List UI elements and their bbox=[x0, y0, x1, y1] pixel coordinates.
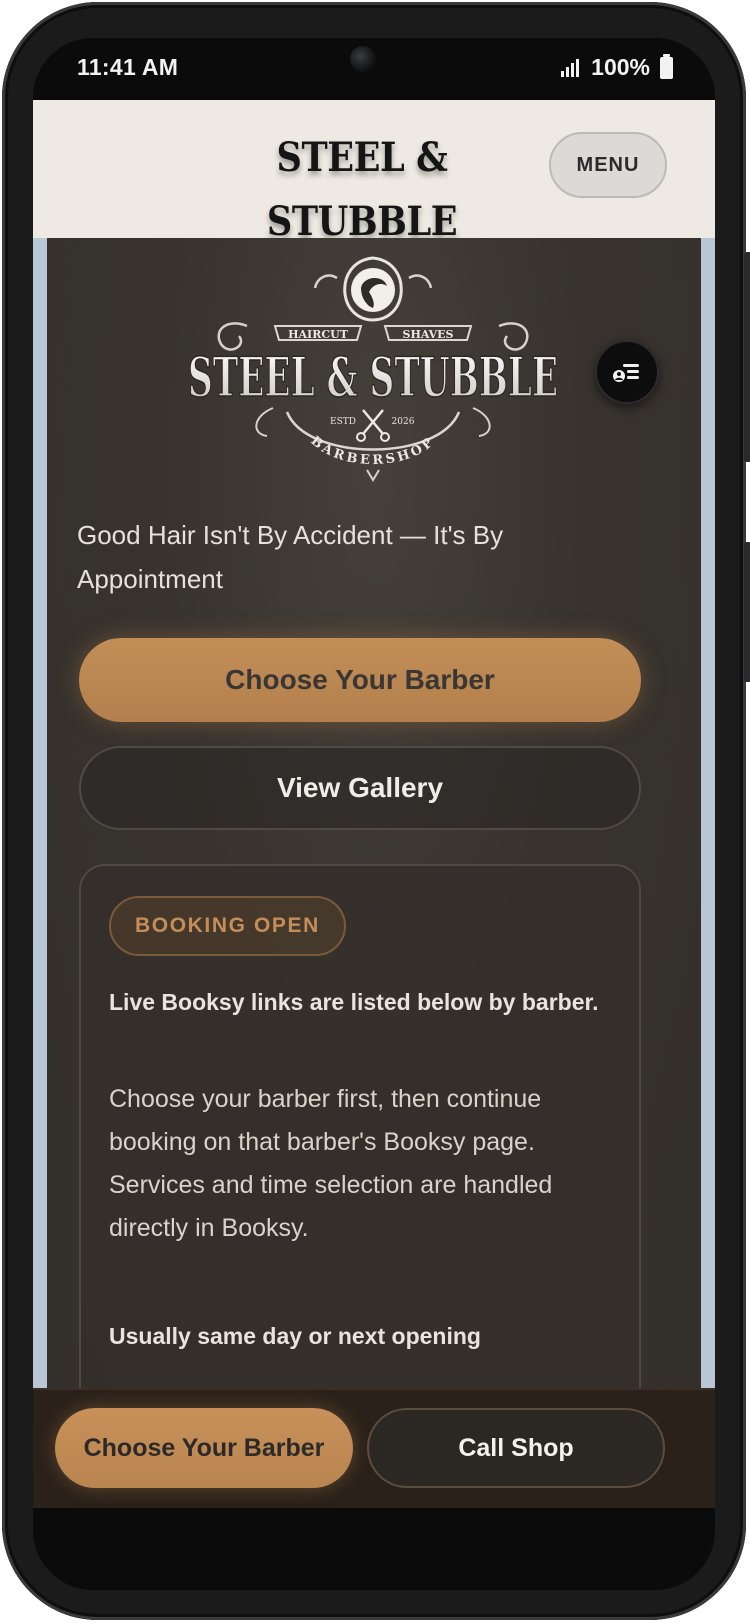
bottom-bezel bbox=[33, 1508, 715, 1590]
screen: 11:41 AM 100% STEEL & STUBBLE MENU HAIRC… bbox=[33, 38, 715, 1590]
status-time: 11:41 AM bbox=[77, 54, 179, 80]
barber-emblem-icon: HAIRCUT SHAVES STEEL & STUBBLE ESTD 2026 bbox=[187, 256, 559, 482]
account-list-icon[interactable] bbox=[595, 340, 659, 404]
emblem-left-banner: HAIRCUT bbox=[288, 328, 349, 341]
battery-percentage: 100% bbox=[591, 54, 650, 80]
choose-barber-sticky-button[interactable]: Choose Your Barber bbox=[55, 1408, 353, 1488]
signal-icon bbox=[561, 58, 580, 77]
sticky-action-bar: Choose Your Barber Call Shop bbox=[33, 1388, 715, 1508]
emblem-ribbon: BARBERSHOP bbox=[308, 434, 436, 469]
view-gallery-button[interactable]: View Gallery bbox=[79, 746, 641, 830]
emblem-year: 2026 bbox=[392, 417, 415, 427]
hero-tagline: Good Hair Isn't By Accident — It's By Ap… bbox=[77, 520, 504, 594]
emblem-estd: ESTD bbox=[330, 417, 356, 427]
phone-frame: 11:41 AM 100% STEEL & STUBBLE MENU HAIRC… bbox=[2, 2, 750, 1620]
call-shop-button[interactable]: Call Shop bbox=[367, 1408, 665, 1488]
emblem-name: STEEL & STUBBLE bbox=[188, 345, 558, 409]
emblem-right-banner: SHAVES bbox=[403, 328, 454, 341]
battery-icon bbox=[660, 53, 673, 79]
booking-lead-text: Live Booksy links are listed below by ba… bbox=[109, 989, 599, 1015]
choose-barber-button[interactable]: Choose Your Barber bbox=[79, 638, 641, 722]
volume-button bbox=[744, 252, 750, 462]
booking-status-badge: BOOKING OPEN bbox=[109, 896, 346, 956]
booking-info-card: BOOKING OPEN Live Booksy links are liste… bbox=[79, 864, 641, 1424]
status-bar: 11:41 AM 100% bbox=[33, 38, 715, 100]
site-header: STEEL & STUBBLE MENU bbox=[33, 100, 715, 245]
power-button bbox=[744, 542, 750, 682]
scroll-edge-left bbox=[33, 238, 47, 1388]
scroll-edge-right bbox=[701, 238, 715, 1388]
booking-availability-note: Usually same day or next opening bbox=[109, 1323, 481, 1349]
status-indicators: 100% bbox=[561, 53, 673, 81]
camera-icon bbox=[350, 46, 376, 72]
booking-body-text: Choose your barber first, then continue … bbox=[109, 1085, 553, 1242]
hero-section: HAIRCUT SHAVES STEEL & STUBBLE ESTD 2026 bbox=[47, 238, 701, 1424]
menu-button[interactable]: MENU bbox=[549, 132, 667, 198]
svg-text:BARBERSHOP: BARBERSHOP bbox=[308, 434, 439, 469]
header-logo[interactable]: STEEL & STUBBLE bbox=[238, 126, 486, 245]
